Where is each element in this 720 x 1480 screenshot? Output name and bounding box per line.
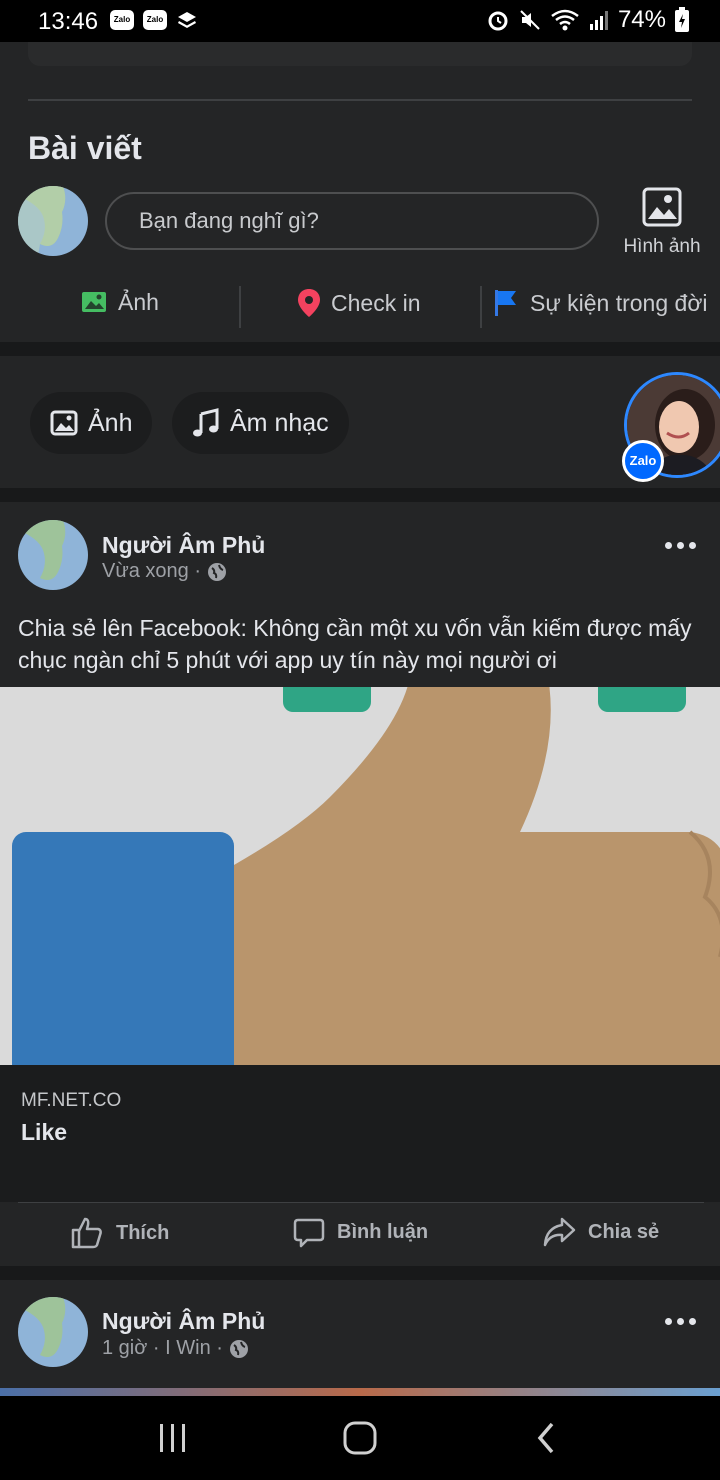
signal-icon: [589, 11, 608, 30]
flag-icon: [495, 290, 516, 316]
battery-percent: 74%: [617, 6, 666, 33]
link-domain: MF.NET.CO: [21, 1090, 122, 1111]
photo-action-button[interactable]: Ảnh: [80, 288, 159, 316]
photo-action-label: Ảnh: [118, 288, 159, 315]
layers-icon: [178, 12, 196, 28]
media-pills-card: Ảnh Âm nhạc: [0, 356, 720, 488]
comment-label: Bình luận: [337, 1220, 429, 1243]
like-label: Thích: [116, 1221, 170, 1244]
composer-placeholder: Bạn đang nghĩ gì?: [139, 208, 319, 233]
divider: [480, 286, 482, 328]
photo-gallery-icon: [642, 187, 682, 227]
life-event-button[interactable]: Sự kiện trong đời: [492, 288, 708, 318]
check-in-button[interactable]: Check in: [297, 288, 420, 318]
music-note-icon: [193, 408, 219, 437]
avatar[interactable]: [18, 186, 88, 256]
composer-actions: Ảnh Check in Sự kiện trong đời: [0, 276, 720, 334]
post-text: Chia sẻ lên Facebook: Không cần một xu v…: [18, 615, 692, 673]
previous-card-edge: [28, 42, 692, 66]
post-author[interactable]: Người Âm Phủ: [102, 532, 265, 559]
zalo-badge-icon: Zalo: [622, 440, 664, 482]
status-bar: 13:46 Zalo Zalo 74%: [0, 0, 720, 42]
home-icon[interactable]: [341, 1420, 379, 1456]
battery-icon: [675, 7, 689, 32]
post-time[interactable]: 1 giờ · I Win ·: [102, 1337, 223, 1360]
like-button[interactable]: Thích: [70, 1216, 169, 1250]
share-button[interactable]: Chia sẻ: [542, 1216, 659, 1248]
status-indicators: 74%: [486, 6, 690, 34]
post-image-thumbs-up[interactable]: [0, 687, 720, 1065]
avatar[interactable]: [18, 520, 88, 590]
system-navigation-bar: [0, 1396, 720, 1480]
divider: [18, 1202, 704, 1203]
recent-apps-icon[interactable]: [156, 1420, 190, 1456]
mute-icon: [520, 10, 540, 30]
share-label: Chia sẻ: [588, 1220, 660, 1243]
alarm-icon: [488, 11, 508, 31]
wifi-icon: [551, 9, 579, 31]
share-icon: [543, 1217, 576, 1247]
post-time[interactable]: Vừa xong ·: [102, 560, 201, 583]
link-preview[interactable]: MF.NET.CO Like: [0, 1065, 720, 1202]
music-pill-label: Âm nhạc: [230, 408, 329, 437]
more-options-icon[interactable]: [665, 542, 696, 549]
feed-post: Người Âm Phủ Vừa xong · Chia sẻ lên Face…: [0, 502, 720, 1266]
avatar[interactable]: [18, 1297, 88, 1367]
zalo-notification-icon: Zalo: [110, 10, 134, 30]
create-post-card: Bài viết Bạn đang nghĩ gì? Hình ảnh Ảnh …: [0, 42, 720, 342]
feed-post: Người Âm Phủ 1 giờ · I Win ·: [0, 1280, 720, 1396]
divider: [28, 99, 692, 101]
post-image-edge[interactable]: [0, 1388, 720, 1396]
photo-pill-label: Ảnh: [88, 408, 133, 437]
back-icon[interactable]: [534, 1420, 560, 1456]
thumbs-up-icon: [71, 1217, 102, 1249]
photo-button-label: Hình ảnh: [623, 236, 701, 257]
post-meta: Vừa xong ·: [102, 560, 227, 583]
zalo-notification-icon: Zalo: [143, 10, 167, 30]
section-title: Bài viết: [28, 130, 142, 166]
photo-pill[interactable]: Ảnh: [30, 392, 153, 454]
divider: [239, 286, 241, 328]
post-author[interactable]: Người Âm Phủ: [102, 1308, 265, 1335]
life-event-label: Sự kiện trong đời: [530, 289, 708, 316]
more-options-icon[interactable]: [665, 1318, 696, 1325]
photo-icon: [50, 410, 78, 436]
link-title: Like: [21, 1119, 68, 1145]
photo-icon: [82, 292, 106, 312]
status-time: 13:46: [38, 8, 99, 35]
music-pill[interactable]: Âm nhạc: [172, 392, 349, 454]
comment-icon: [293, 1218, 325, 1248]
location-pin-icon: [298, 289, 320, 317]
globe-icon: [208, 562, 226, 581]
photo-button[interactable]: Hình ảnh: [612, 187, 712, 258]
globe-icon: [229, 1339, 248, 1358]
post-meta: 1 giờ · I Win ·: [102, 1337, 249, 1360]
comment-button[interactable]: Bình luận: [293, 1216, 428, 1248]
check-in-label: Check in: [331, 289, 421, 316]
whats-on-your-mind-input[interactable]: Bạn đang nghĩ gì?: [105, 192, 599, 250]
